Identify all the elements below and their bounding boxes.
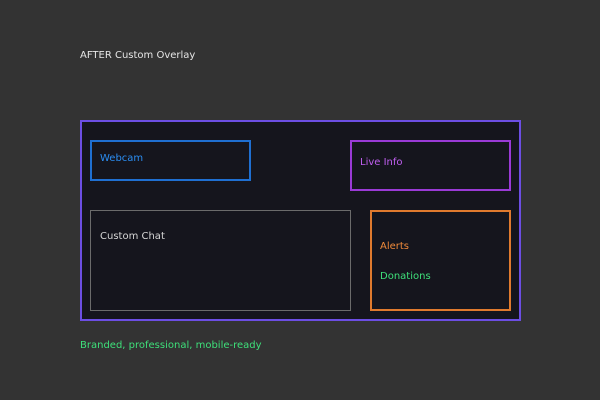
webcam-label: Webcam (100, 153, 144, 164)
page-title: AFTER Custom Overlay (80, 50, 196, 61)
live-info-panel: Live Info (350, 140, 511, 191)
tagline: Branded, professional, mobile-ready (80, 340, 262, 351)
custom-chat-label: Custom Chat (100, 231, 165, 242)
custom-chat-panel: Custom Chat (90, 210, 351, 311)
alerts-label: Alerts (380, 241, 410, 252)
alerts-panel: Alerts Donations (370, 210, 511, 311)
live-info-label: Live Info (360, 157, 403, 168)
webcam-panel: Webcam (90, 140, 251, 181)
donations-label: Donations (380, 271, 431, 282)
